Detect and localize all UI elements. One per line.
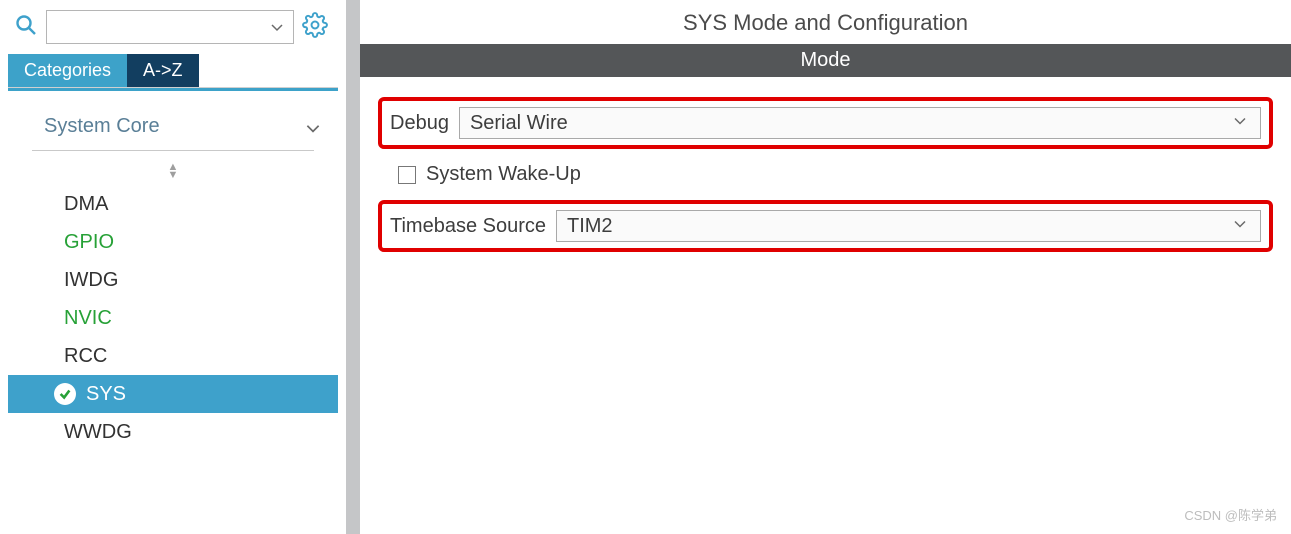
- timebase-select-value: TIM2: [567, 215, 613, 238]
- watermark: CSDN @陈学弟: [1184, 505, 1277, 524]
- wakeup-checkbox[interactable]: [398, 166, 416, 184]
- sidebar-item-nvic[interactable]: NVIC: [8, 299, 338, 337]
- sidebar-item-label: WWDG: [64, 417, 132, 447]
- sidebar-item-dma[interactable]: DMA: [8, 185, 338, 223]
- tab-az[interactable]: A->Z: [127, 54, 199, 87]
- sidebar-item-label: DMA: [64, 189, 108, 219]
- tab-categories[interactable]: Categories: [8, 54, 127, 87]
- debug-label: Debug: [390, 112, 449, 135]
- sidebar-item-label: NVIC: [64, 303, 112, 333]
- chevron-down-icon: [1232, 215, 1248, 238]
- search-input[interactable]: [55, 18, 269, 36]
- chevron-down-icon[interactable]: [269, 19, 285, 35]
- chevron-down-icon: [1232, 112, 1248, 135]
- sort-handle-icon[interactable]: ▲▼: [8, 159, 338, 185]
- sidebar-item-label: RCC: [64, 341, 107, 371]
- sidebar-item-gpio[interactable]: GPIO: [8, 223, 338, 261]
- wakeup-label: System Wake-Up: [426, 163, 581, 186]
- timebase-label: Timebase Source: [390, 215, 546, 238]
- mode-body: Debug Serial Wire System Wake-Up Timebas…: [360, 77, 1291, 262]
- sidebar-item-wwdg[interactable]: WWDG: [8, 413, 338, 451]
- timebase-select[interactable]: TIM2: [556, 210, 1261, 242]
- sidebar-topbar: [8, 8, 338, 52]
- category-divider: [32, 150, 314, 151]
- sidebar-item-sys[interactable]: SYS: [8, 375, 338, 413]
- debug-select-value: Serial Wire: [470, 112, 568, 135]
- tabs-underline: [8, 88, 338, 91]
- row-wakeup: System Wake-Up: [378, 159, 1273, 190]
- debug-select[interactable]: Serial Wire: [459, 107, 1261, 139]
- main-panel: SYS Mode and Configuration Mode Debug Se…: [360, 0, 1291, 534]
- sidebar-item-rcc[interactable]: RCC: [8, 337, 338, 375]
- category-label: System Core: [44, 115, 160, 138]
- row-timebase: Timebase Source TIM2: [378, 200, 1273, 252]
- search-input-wrapper[interactable]: [46, 10, 294, 44]
- search-icon: [14, 13, 38, 42]
- check-icon: [54, 383, 76, 405]
- category-header-system-core[interactable]: System Core: [8, 109, 338, 144]
- row-debug: Debug Serial Wire: [378, 97, 1273, 149]
- chevron-down-icon: [304, 119, 320, 135]
- sidebar: Categories A->Z System Core ▲▼ DMA GPIO …: [0, 0, 360, 534]
- sidebar-item-iwdg[interactable]: IWDG: [8, 261, 338, 299]
- view-tabs: Categories A->Z: [8, 54, 338, 88]
- sidebar-item-label: IWDG: [64, 265, 118, 295]
- sidebar-item-label: GPIO: [64, 227, 114, 257]
- peripheral-list: DMA GPIO IWDG NVIC RCC SYS WWDG: [8, 185, 338, 451]
- page-title: SYS Mode and Configuration: [360, 0, 1291, 44]
- sidebar-item-label: SYS: [86, 379, 126, 409]
- gear-icon[interactable]: [302, 12, 328, 43]
- section-header-mode: Mode: [360, 44, 1291, 77]
